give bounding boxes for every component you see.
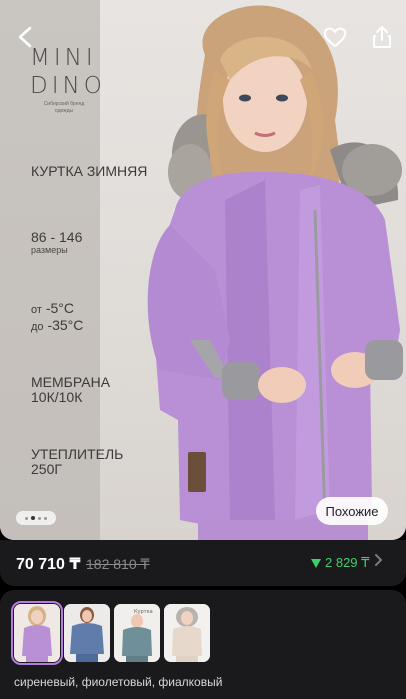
variant-thumb-teal[interactable]: Куртка	[114, 604, 160, 662]
variant-thumb-blue[interactable]	[64, 604, 110, 662]
temp-from-value: -5°C	[45, 300, 74, 316]
variant-color-names: сиреневый, фиолетовый, фиалковый	[14, 675, 223, 689]
variant-thumb-beige[interactable]	[164, 604, 210, 662]
insulation-line2: 250Г	[31, 461, 62, 477]
share-icon[interactable]	[367, 22, 397, 52]
brand-logo: MINI DINO	[30, 44, 106, 100]
brand-tagline-line2: одежды	[54, 108, 74, 114]
current-price: 70 710 ₸	[16, 556, 81, 573]
bonus-value: 2 829 ₸	[325, 555, 370, 570]
variant-thumbnails: Куртка	[11, 601, 210, 665]
temp-from-prefix: от	[31, 304, 42, 316]
gallery-dot	[25, 516, 28, 520]
membrane-line2: 10К/10К	[31, 389, 83, 405]
membrane-line1: МЕМБРАНА	[31, 374, 111, 390]
brand-tagline-line1: Сибирский бренд	[43, 101, 85, 107]
old-price: 182 810 ₸	[86, 556, 150, 572]
triangle-down-icon	[311, 558, 321, 568]
gallery-dot	[38, 516, 41, 520]
chevron-right-icon[interactable]	[374, 553, 383, 572]
gallery-pagination	[16, 511, 56, 525]
brand-logo-line1: MINI	[30, 45, 97, 71]
gallery-dot	[44, 516, 47, 520]
color-variants: Куртка сиреневый, фиолетовый, фиалковый	[0, 590, 406, 699]
price-bar[interactable]: 70 710 ₸ 182 810 ₸ 2 829 ₸	[0, 540, 406, 586]
back-arrow-icon[interactable]	[10, 22, 40, 52]
temp-to-prefix: до	[31, 321, 44, 333]
size-range-label: размеры	[31, 245, 68, 255]
temp-to-value: -35°C	[47, 317, 84, 333]
heart-icon[interactable]	[320, 22, 350, 52]
variant-thumb-lilac[interactable]	[11, 601, 63, 665]
gallery-dot-active	[31, 516, 35, 520]
temp-to: до -35°C	[31, 317, 83, 335]
product-title: КУРТКА ЗИМНЯЯ	[31, 163, 148, 179]
brand-tagline: Сибирский бренд одежды	[34, 101, 94, 115]
temp-from: от -5°C	[31, 300, 74, 318]
product-image-gallery[interactable]: MINI DINO Сибирский бренд одежды КУРТКА …	[0, 0, 406, 540]
size-range: 86 - 146	[31, 229, 83, 245]
bonus-amount[interactable]: 2 829 ₸	[311, 555, 369, 571]
similar-button[interactable]: Похожие	[316, 497, 388, 525]
brand-logo-line2: DINO	[30, 73, 106, 99]
insulation-line1: УТЕПЛИТЕЛЬ	[31, 446, 124, 462]
